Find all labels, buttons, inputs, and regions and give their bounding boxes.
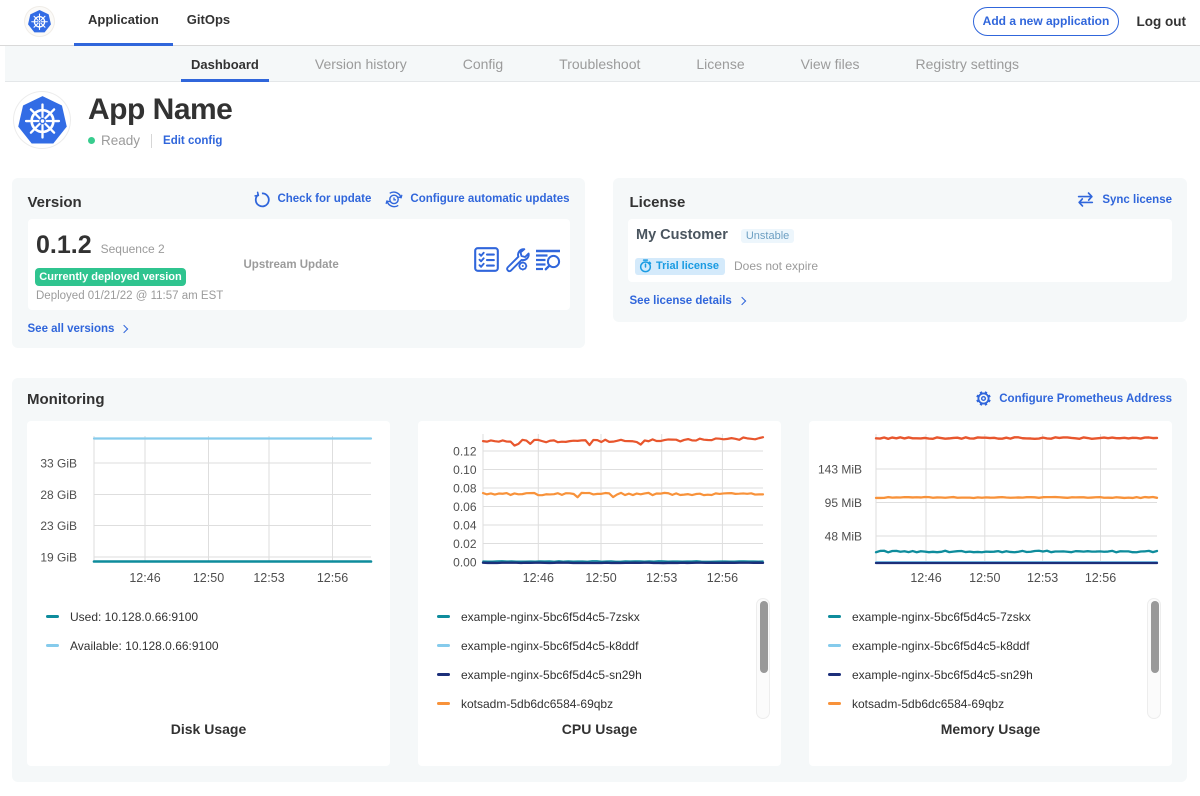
- svg-text:0.10: 0.10: [453, 463, 477, 477]
- svg-text:12:53: 12:53: [646, 571, 677, 585]
- svg-text:12:56: 12:56: [1085, 571, 1116, 585]
- svg-text:0.06: 0.06: [453, 500, 477, 514]
- svg-text:0.00: 0.00: [453, 556, 477, 570]
- svg-text:0.12: 0.12: [453, 445, 477, 459]
- svg-text:28 GiB: 28 GiB: [40, 488, 77, 502]
- svg-text:12:56: 12:56: [707, 571, 738, 585]
- svg-text:95 MiB: 95 MiB: [825, 496, 862, 510]
- svg-text:143 MiB: 143 MiB: [818, 463, 862, 477]
- svg-text:0.08: 0.08: [453, 482, 477, 496]
- svg-text:19 GiB: 19 GiB: [40, 551, 77, 565]
- svg-text:12:50: 12:50: [969, 571, 1000, 585]
- svg-text:48 MiB: 48 MiB: [825, 530, 862, 544]
- svg-text:12:53: 12:53: [253, 571, 284, 585]
- svg-text:0.02: 0.02: [453, 537, 477, 551]
- svg-text:12:46: 12:46: [129, 571, 160, 585]
- svg-text:12:53: 12:53: [1027, 571, 1058, 585]
- svg-text:12:46: 12:46: [523, 571, 554, 585]
- svg-text:0.04: 0.04: [453, 519, 477, 533]
- svg-text:12:50: 12:50: [193, 571, 224, 585]
- svg-text:33 GiB: 33 GiB: [40, 457, 77, 471]
- svg-text:23 GiB: 23 GiB: [40, 519, 77, 533]
- svg-text:12:56: 12:56: [317, 571, 348, 585]
- svg-text:12:46: 12:46: [910, 571, 941, 585]
- svg-text:12:50: 12:50: [585, 571, 616, 585]
